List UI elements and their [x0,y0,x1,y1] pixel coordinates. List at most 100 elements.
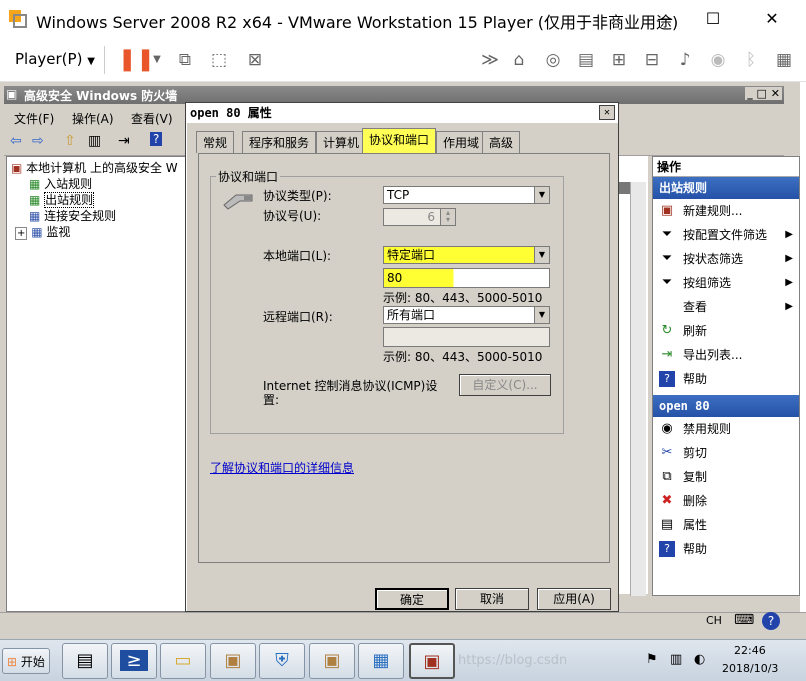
taskbar-explorer[interactable]: ▭ [160,643,206,679]
action-filter-group[interactable]: ⏷ 按组筛选 ▶ [653,271,799,295]
clock-date[interactable]: 2018/10/3 [722,662,778,675]
player-menu[interactable]: Player(P) ▼ [15,50,95,68]
volume-icon[interactable]: ◐ [694,652,705,667]
action-view[interactable]: 查看 ▶ [653,295,799,319]
language-indicator[interactable]: CH [706,614,722,627]
actions-section-outbound[interactable]: 出站规则 [653,177,799,199]
action-label: 查看 [683,300,708,314]
clock-time[interactable]: 22:46 [734,644,766,657]
menu-file[interactable]: 文件(F) [14,110,54,127]
tab-advanced[interactable]: 高级 [482,131,521,153]
action-help[interactable]: ? 帮助 [653,367,799,391]
tree-root[interactable]: ▣ 本地计算机 上的高级安全 W [11,159,178,176]
action-disable-rule[interactable]: ◉ 禁用规则 [653,417,799,441]
action-copy[interactable]: ⧉ 复制 [653,465,799,489]
help-icon[interactable]: ? [150,132,163,146]
action-cut[interactable]: ✂ 剪切 [653,441,799,465]
remote-port-select[interactable]: 所有端口 ▼ [383,306,550,324]
flag-icon[interactable]: ⚑ [646,652,658,667]
action-filter-profile[interactable]: ⏷ 按配置文件筛选 ▶ [653,223,799,247]
printer-icon[interactable]: ▦ [772,48,796,72]
pause-icon[interactable]: ❚❚ [118,48,155,72]
local-port-select[interactable]: 特定端口 ▼ [383,246,550,264]
help-icon[interactable]: ? [762,612,780,630]
menu-action[interactable]: 操作(A) [72,110,114,127]
taskbar-package-1[interactable]: ▣ [210,643,256,679]
disable-rule-icon: ◉ [661,421,673,436]
expand-icon[interactable]: + [15,227,28,240]
more-devices-icon[interactable]: ≫ [478,48,502,72]
export-icon[interactable]: ⇥ [118,133,130,149]
back-icon[interactable]: ⇦ [10,133,22,149]
forward-icon[interactable]: ⇨ [32,133,44,149]
close-button[interactable]: ✕ [752,6,792,32]
action-label: 禁用规则 [683,422,732,436]
actions-section-rule[interactable]: open 80 [653,395,799,417]
tab-computers[interactable]: 计算机 [316,131,367,153]
tree-item-outbound[interactable]: ▦ 出站规则 [29,191,95,208]
protocol-type-select[interactable]: TCP ▼ [383,186,550,204]
tree-item-monitor[interactable]: + ▦ 监视 [15,223,70,240]
tab-scope[interactable]: 作用域 [436,131,487,153]
vertical-scrollbar[interactable] [630,182,646,596]
unity-icon[interactable]: ⊠ [243,48,267,72]
taskbar-package-2[interactable]: ▣ [309,643,355,679]
bluetooth-icon[interactable]: ᛒ [739,48,763,72]
learn-more-link[interactable]: 了解协议和端口的详细信息 [210,459,354,476]
ok-button[interactable]: 确定 [375,588,449,610]
tab-programs-services[interactable]: 程序和服务 [242,131,317,153]
sound-icon[interactable]: ♪ [673,48,697,72]
action-export-list[interactable]: ⇥ 导出列表... [653,343,799,367]
hard-disk-icon[interactable]: ⌂ [507,48,531,72]
tab-protocols-ports[interactable]: 协议和端口 [362,128,437,154]
menu-view[interactable]: 查看(V) [131,110,173,127]
vmware-toolbar: Player(P) ▼ ❚❚ ▼ ⧉ ⬚ ⊠ ≫ ⌂ ◎ ▤ ⊞ ⊟ ♪ ◉ ᛒ… [0,38,806,82]
monitor-icon: ▦ [31,225,43,239]
cancel-button[interactable]: 取消 [455,588,529,610]
protocol-number-label: 协议号(U): [263,209,322,223]
tree-item-connection-security[interactable]: ▦ 连接安全规则 [29,207,116,224]
action-delete[interactable]: ✖ 删除 [653,489,799,513]
mmc-title: 高级安全 Windows 防火墙 [24,89,178,103]
maximize-button[interactable]: ☐ [693,6,733,32]
floppy-icon[interactable]: ▤ [574,48,598,72]
action-filter-state[interactable]: ⏷ 按状态筛选 ▶ [653,247,799,271]
minimize-button[interactable]: — [645,6,685,32]
dialog-close-button[interactable]: ✕ [599,105,615,120]
cd-dvd-icon[interactable]: ◎ [541,48,565,72]
apply-button[interactable]: 应用(A) [537,588,611,610]
export-list-icon: ⇥ [661,347,673,362]
protocol-number-value: 6 [427,210,435,224]
network-icon[interactable]: ⊞ [607,48,631,72]
taskbar: ⊞ 开始 ▤ ≥ ▭ ▣ ⛨ ▣ ▦ ▣ https://blog.csdn C… [0,612,806,681]
usb-icon[interactable]: ⊟ [640,48,664,72]
send-ctrl-alt-del-icon[interactable]: ⧉ [173,48,197,72]
delete-icon: ✖ [661,493,673,508]
action-help-rule[interactable]: ? 帮助 [653,537,799,561]
package-icon: ▣ [323,650,341,671]
show-tree-icon[interactable]: ▥ [88,133,101,149]
action-properties[interactable]: ▤ 属性 [653,513,799,537]
network-status-icon[interactable]: ▥ [670,652,682,667]
taskbar-firewall-active[interactable]: ▣ [409,643,455,679]
keyboard-icon[interactable]: ⌨ [734,612,754,628]
up-folder-icon[interactable]: ⇧ [64,133,76,149]
camera-icon[interactable]: ◉ [706,48,730,72]
action-label: 按组筛选 [683,276,732,290]
action-refresh[interactable]: ↻ 刷新 [653,319,799,343]
local-port-label: 本地端口(L): [263,249,332,263]
tree-item-inbound[interactable]: ▦ 入站规则 [29,175,92,192]
start-button[interactable]: ⊞ 开始 [2,648,50,674]
local-port-input[interactable]: 80 [383,268,550,288]
taskbar-server-manager[interactable]: ▤ [62,643,108,679]
tab-general[interactable]: 常规 [196,131,235,153]
taskbar-security[interactable]: ⛨ [259,643,305,679]
local-port-example: 示例: 80、443、5000-5010 [383,291,543,305]
customize-button[interactable]: 自定义(C)... [459,374,551,396]
action-new-rule[interactable]: ▣ 新建规则... [653,199,799,223]
taskbar-network[interactable]: ▦ [358,643,404,679]
fit-guest-icon[interactable]: ⬚ [207,48,231,72]
taskbar-powershell[interactable]: ≥ [111,643,157,679]
power-dropdown-icon[interactable]: ▼ [145,48,169,72]
mmc-window-controls[interactable]: _ □ ✕ [745,87,782,100]
